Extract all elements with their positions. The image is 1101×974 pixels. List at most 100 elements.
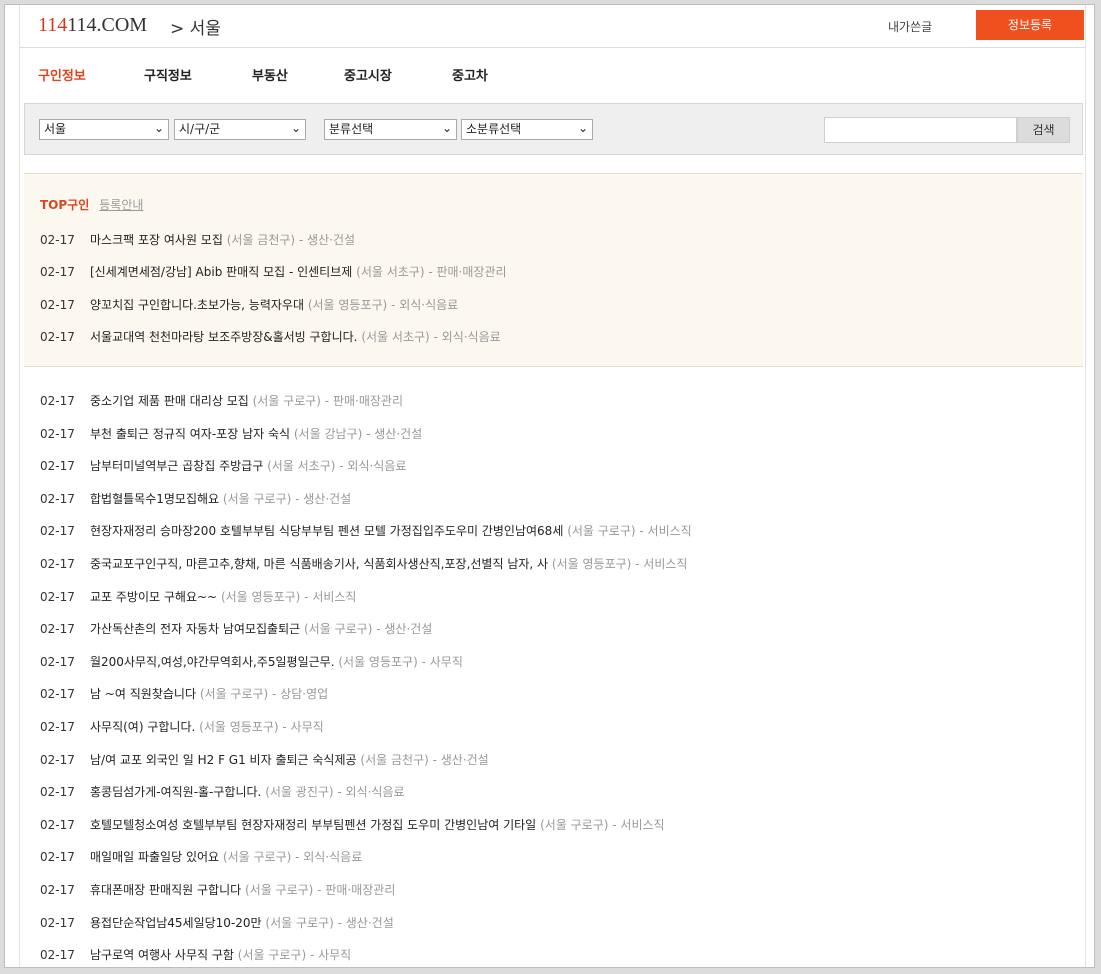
listing-date: 02-17 bbox=[40, 524, 75, 539]
site-logo[interactable]: 114114.COM bbox=[38, 14, 147, 37]
list-item[interactable]: 02-17 현장자재정리 승마장200 호텔부부팀 식당부부팀 펜션 모텔 가정집… bbox=[40, 522, 692, 538]
listing-title[interactable]: 월200사무직,여성,야간무역회사,주5일평일근무. bbox=[90, 655, 335, 669]
listing-location-category: (서울 구로구) - 생산·건설 bbox=[265, 915, 394, 930]
region-select[interactable]: 서울 ⌄ bbox=[39, 119, 169, 140]
list-item[interactable]: 02-17 휴대폰매장 판매직원 구합니다 (서울 구로구) - 판매·매장관리 bbox=[40, 881, 395, 897]
listing-title[interactable]: [신세계면세점/강남] Abib 판매직 모집 - 인센티브제 bbox=[90, 265, 352, 279]
list-item[interactable]: 02-17 남부터미널역부근 곱창집 주방급구 (서울 서초구) - 외식·식음료 bbox=[40, 457, 406, 473]
listing-date: 02-17 bbox=[40, 297, 75, 312]
listing-location-category: (서울 구로구) - 생산·건설 bbox=[222, 491, 352, 506]
logo-accent: 114 bbox=[38, 14, 68, 36]
listing-title[interactable]: 교포 주방이모 구해요~~ bbox=[90, 590, 217, 604]
list-item[interactable]: 02-17 남구로역 여행사 사무직 구함 (서울 구로구) - 사무직 bbox=[40, 946, 351, 962]
list-item[interactable]: 02-17 남 ~여 직원찾습니다 (서울 구로구) - 상담·영업 bbox=[40, 685, 328, 701]
region-select-value: 서울 bbox=[44, 122, 67, 136]
list-item[interactable]: 02-17 합법혈틀목수1명모집해요 (서울 구로구) - 생산·건설 bbox=[40, 490, 351, 506]
listing-location-category: (서울 광진구) - 외식·식음료 bbox=[265, 785, 405, 800]
list-item[interactable]: 02-17 가산독산촌의 전자 자동차 남여모집출퇴근 (서울 구로구) - 생산… bbox=[40, 620, 432, 636]
list-item[interactable]: 02-17 호텔모텔청소여성 호텔부부팀 현장자재정리 부부팀펜션 가정집 도우미… bbox=[40, 816, 665, 832]
listing-location-category: (서울 구로구) - 서비스직 bbox=[567, 524, 692, 539]
list-item[interactable]: 02-17 양꼬치집 구인합니다.초보가능, 능력자우대 (서울 영등포구) - … bbox=[40, 296, 458, 312]
my-posts-link[interactable]: 내가쓴글 bbox=[888, 18, 932, 35]
listing-date: 02-17 bbox=[40, 654, 75, 669]
listing-location-category: (서울 영등포구) - 서비스직 bbox=[220, 589, 357, 604]
listing-location-category: (서울 구로구) - 상담·영업 bbox=[199, 687, 329, 702]
listing-title[interactable]: 부천 출퇴근 정규직 여자-포장 남자 숙식 bbox=[90, 427, 290, 441]
list-item[interactable]: 02-17 매일매일 파출일당 있어요 (서울 구로구) - 외식·식음료 bbox=[40, 848, 362, 864]
listing-location-category: (서울 영등포구) - 사무직 bbox=[338, 654, 463, 669]
top-listings-label: TOP구인 bbox=[40, 198, 90, 212]
listing-date: 02-17 bbox=[40, 589, 75, 604]
listing-title[interactable]: 중소기업 제품 판매 대리상 모집 bbox=[90, 394, 249, 408]
district-select-value: 시/구/군 bbox=[179, 122, 221, 136]
tab-job-offers[interactable]: 구인정보 bbox=[38, 65, 86, 84]
top-listings-section: TOP구인 등록안내 02-17 마스크팩 포장 여사원 모집 (서울 금천구) -… bbox=[24, 173, 1083, 367]
listing-date: 02-17 bbox=[40, 557, 75, 571]
listing-title[interactable]: 남부터미널역부근 곱창집 주방급구 bbox=[90, 459, 263, 473]
tab-used-market[interactable]: 중고시장 bbox=[344, 65, 392, 84]
tab-real-estate[interactable]: 부동산 bbox=[252, 65, 288, 84]
listing-title[interactable]: 양꼬치집 구인합니다.초보가능, 능력자우대 bbox=[90, 298, 304, 312]
list-item[interactable]: 02-17 마스크팩 포장 여사원 모집 (서울 금천구) - 생산·건설 bbox=[40, 231, 355, 247]
listing-title[interactable]: 서울교대역 천천마라탕 보조주방장&홀서빙 구합니다. bbox=[90, 330, 358, 344]
listing-title[interactable]: 남/여 교포 외국인 일 H2 F G1 비자 출퇴근 숙식제공 bbox=[90, 753, 357, 767]
list-item[interactable]: 02-17 용접단순작업남45세일당10-20만 (서울 구로구) - 생산·건설 bbox=[40, 914, 394, 930]
listing-date: 02-17 bbox=[40, 394, 75, 408]
listing-title[interactable]: 마스크팩 포장 여사원 모집 bbox=[90, 233, 223, 247]
search-input[interactable] bbox=[824, 117, 1017, 143]
listing-location-category: (서울 구로구) - 서비스직 bbox=[540, 817, 665, 832]
listing-title[interactable]: 합법혈틀목수1명모집해요 bbox=[90, 492, 219, 506]
page-frame: 114114.COM > 서울 내가쓴글 정보등록 구인정보 구직정보 부동산 … bbox=[4, 4, 1095, 968]
chevron-down-icon: ⌄ bbox=[441, 121, 452, 135]
list-item[interactable]: 02-17 교포 주방이모 구해요~~ (서울 영등포구) - 서비스직 bbox=[40, 588, 356, 604]
listing-date: 02-17 bbox=[40, 687, 75, 702]
listing-title[interactable]: 홍콩딤섬가게-여직원-홀-구합니다. bbox=[90, 785, 261, 799]
listing-title[interactable]: 호텔모텔청소여성 호텔부부팀 현장자재정리 부부팀펜션 가정집 도우미 간병인남… bbox=[90, 818, 536, 832]
listing-date: 02-17 bbox=[40, 948, 75, 963]
listing-location-category: (서울 서초구) - 판매·매장관리 bbox=[356, 265, 507, 280]
list-item[interactable]: 02-17 남/여 교포 외국인 일 H2 F G1 비자 출퇴근 숙식제공 (서… bbox=[40, 751, 489, 767]
listing-title[interactable]: 휴대폰매장 판매직원 구합니다 bbox=[90, 883, 241, 897]
listing-date: 02-17 bbox=[40, 850, 75, 865]
list-item[interactable]: 02-17 부천 출퇴근 정규직 여자-포장 남자 숙식 (서울 강남구) - 생… bbox=[40, 425, 422, 441]
list-item[interactable]: 02-17 월200사무직,여성,야간무역회사,주5일평일근무. (서울 영등포구… bbox=[40, 653, 463, 669]
breadcrumb[interactable]: > 서울 bbox=[170, 14, 221, 39]
listing-date: 02-17 bbox=[40, 265, 75, 280]
registration-guide-link[interactable]: 등록안내 bbox=[99, 198, 143, 212]
category-select[interactable]: 분류선택 ⌄ bbox=[324, 119, 457, 140]
listing-date: 02-17 bbox=[40, 233, 75, 247]
list-item[interactable]: 02-17 중소기업 제품 판매 대리상 모집 (서울 구로구) - 판매·매장관… bbox=[40, 392, 403, 408]
listing-location-category: (서울 서초구) - 외식·식음료 bbox=[267, 459, 407, 474]
listing-date: 02-17 bbox=[40, 883, 75, 897]
list-item[interactable]: 02-17 서울교대역 천천마라탕 보조주방장&홀서빙 구합니다. (서울 서초구… bbox=[40, 328, 501, 344]
list-item[interactable]: 02-17 사무직(여) 구합니다. (서울 영등포구) - 사무직 bbox=[40, 718, 324, 734]
logo-text: 114.COM bbox=[67, 14, 148, 36]
list-item[interactable]: 02-17 홍콩딤섬가게-여직원-홀-구합니다. (서울 광진구) - 외식·식음… bbox=[40, 783, 405, 799]
listing-location-category: (서울 서초구) - 외식·식음료 bbox=[361, 330, 501, 345]
listing-title[interactable]: 남구로역 여행사 사무직 구함 bbox=[90, 948, 234, 962]
register-button[interactable]: 정보등록 bbox=[976, 10, 1084, 40]
listing-location-category: (서울 강남구) - 생산·건설 bbox=[293, 426, 423, 441]
listing-title[interactable]: 사무직(여) 구합니다. bbox=[90, 720, 195, 734]
top-header: 114114.COM > 서울 내가쓴글 정보등록 bbox=[20, 5, 1085, 48]
listing-title[interactable]: 중국교포구인구직, 마른고추,향채, 마른 식품배송기사, 식품회사생산직,포장… bbox=[90, 557, 548, 571]
list-item[interactable]: 02-17 중국교포구인구직, 마른고추,향채, 마른 식품배송기사, 식품회사생… bbox=[40, 555, 687, 571]
district-select[interactable]: 시/구/군 ⌄ bbox=[174, 119, 306, 140]
chevron-down-icon: ⌄ bbox=[153, 121, 164, 135]
listing-date: 02-17 bbox=[40, 491, 75, 506]
search-button[interactable]: 검색 bbox=[1017, 117, 1070, 143]
listing-title[interactable]: 남 ~여 직원찾습니다 bbox=[90, 687, 196, 701]
listing-title[interactable]: 매일매일 파출일당 있어요 bbox=[90, 850, 219, 864]
listing-location-category: (서울 영등포구) - 서비스직 bbox=[551, 557, 688, 571]
tab-job-seekers[interactable]: 구직정보 bbox=[144, 65, 192, 84]
list-item[interactable]: 02-17 [신세계면세점/강남] Abib 판매직 모집 - 인센티브제 (서울… bbox=[40, 263, 507, 279]
subcategory-select-value: 소분류선택 bbox=[466, 122, 522, 136]
listing-location-category: (서울 구로구) - 사무직 bbox=[237, 948, 352, 963]
tab-used-cars[interactable]: 중고차 bbox=[452, 65, 488, 84]
listing-location-category: (서울 구로구) - 외식·식음료 bbox=[222, 850, 363, 865]
listing-title[interactable]: 현장자재정리 승마장200 호텔부부팀 식당부부팀 펜션 모텔 가정집입주도우미… bbox=[90, 524, 563, 538]
category-nav: 구인정보 구직정보 부동산 중고시장 중고차 bbox=[20, 65, 1085, 85]
listing-title[interactable]: 용접단순작업남45세일당10-20만 bbox=[90, 916, 262, 930]
listing-title[interactable]: 가산독산촌의 전자 자동차 남여모집출퇴근 bbox=[90, 622, 300, 636]
subcategory-select[interactable]: 소분류선택 ⌄ bbox=[461, 119, 593, 140]
